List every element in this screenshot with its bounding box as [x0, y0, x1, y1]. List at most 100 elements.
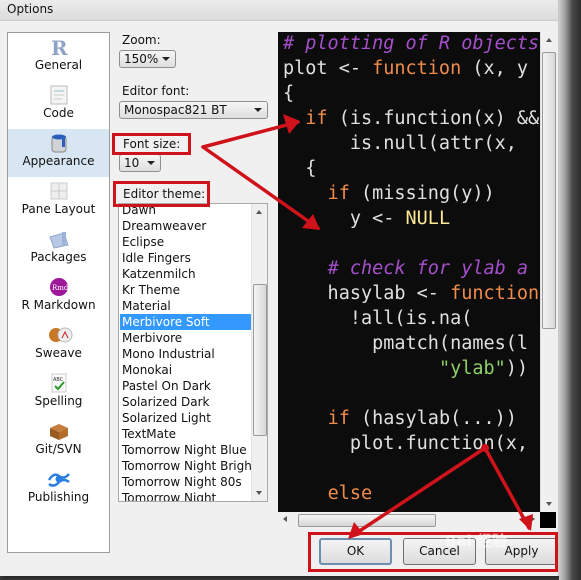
- theme-option[interactable]: Katzenmilch: [120, 266, 252, 282]
- code-token: plot.function(x,: [283, 433, 529, 454]
- code-token: else: [327, 483, 373, 504]
- scroll-thumb[interactable]: [298, 514, 436, 527]
- theme-option[interactable]: Merbivore Soft: [120, 314, 252, 330]
- code-line: !all(is.na(: [283, 308, 473, 329]
- code-token: {: [283, 158, 317, 179]
- preview-horizontal-scrollbar[interactable]: [278, 512, 540, 528]
- theme-option[interactable]: Mono Industrial: [120, 346, 252, 362]
- theme-option[interactable]: Eclipse: [120, 234, 252, 250]
- theme-option[interactable]: Merbivore: [120, 330, 252, 346]
- sidebar-item-pane-layout[interactable]: Pane Layout: [8, 177, 109, 225]
- sidebar-item-label: R Markdown: [21, 298, 96, 312]
- code-line: hasylab <- function: [283, 283, 540, 304]
- code-token: if: [327, 183, 350, 204]
- sidebar-item-appearance[interactable]: Appearance: [8, 129, 109, 177]
- theme-option[interactable]: Solarized Dark: [120, 394, 252, 410]
- sweave-pdf-icon: [48, 325, 73, 345]
- code-line: plot <- function (x, y: [283, 58, 528, 79]
- code-token: plot <-: [283, 58, 373, 79]
- options-dialog: Options R General Code Appearance Pane Layou…: [0, 0, 559, 576]
- sidebar-item-label: Appearance: [22, 154, 95, 168]
- code-token: {: [283, 83, 295, 104]
- theme-option[interactable]: Pastel On Dark: [120, 378, 252, 394]
- editor-font-value: Monospac821 BT: [124, 103, 227, 117]
- code-line: if (missing(y)): [283, 183, 495, 204]
- code-line: # check for ylab a: [283, 258, 528, 279]
- theme-preview-editor: # plotting of R objects plot <- function …: [278, 32, 540, 512]
- cancel-button[interactable]: Cancel: [403, 538, 476, 565]
- theme-option[interactable]: Tomorrow Night 80s: [120, 474, 252, 490]
- theme-option[interactable]: TextMate: [120, 426, 252, 442]
- code-line: else: [283, 483, 373, 504]
- code-line: if (is.function(x) &&: [283, 108, 539, 129]
- theme-option[interactable]: Tomorrow Night: [120, 490, 252, 501]
- sidebar-item-publishing[interactable]: Publishing: [8, 465, 109, 513]
- background-window: [559, 0, 581, 580]
- font-size-select[interactable]: 10: [119, 154, 161, 172]
- scroll-up-icon[interactable]: [256, 210, 262, 214]
- theme-option[interactable]: Tomorrow Night Blue: [120, 442, 252, 458]
- sidebar-item-r-markdown[interactable]: Rmd R Markdown: [8, 273, 109, 321]
- scroll-left-icon[interactable]: [283, 516, 287, 522]
- preview-vertical-scrollbar[interactable]: [540, 32, 557, 512]
- code-token: !all(is.na(: [283, 308, 473, 329]
- sidebar-item-code[interactable]: Code: [8, 81, 109, 129]
- code-token: function: [372, 58, 462, 79]
- r-logo-icon: R: [48, 36, 70, 60]
- zoom-label: Zoom:: [122, 33, 161, 47]
- code-token: (missing(y)): [349, 183, 495, 204]
- theme-option[interactable]: Tomorrow Night Bright: [120, 458, 257, 474]
- sidebar-item-spelling[interactable]: ABC Spelling: [8, 369, 109, 417]
- svg-text:Rmd: Rmd: [52, 284, 69, 292]
- sidebar-item-git-svn[interactable]: Git/SVN: [8, 417, 109, 465]
- code-line: "ylab")): [283, 358, 528, 379]
- editor-theme-list[interactable]: Tomorrow Night Tomorrow Night 80s Tomorrow…: [118, 203, 268, 502]
- scrollbar-corner: [540, 512, 556, 528]
- zoom-select[interactable]: 150%: [119, 50, 176, 68]
- theme-list-scrollbar[interactable]: [251, 204, 267, 501]
- chevron-down-icon: [254, 108, 262, 112]
- scroll-down-icon[interactable]: [256, 491, 262, 495]
- code-line: {: [283, 158, 316, 179]
- apply-button[interactable]: Apply: [485, 538, 558, 565]
- theme-option[interactable]: Dawn: [120, 204, 252, 218]
- git-box-icon: [48, 421, 70, 441]
- editor-font-select[interactable]: Monospac821 BT: [119, 101, 268, 119]
- editor-theme-label: Editor theme:: [123, 187, 206, 201]
- sidebar-item-general[interactable]: R General: [8, 33, 109, 81]
- chevron-down-icon: [147, 161, 155, 165]
- code-token: (x, y: [461, 58, 529, 79]
- sidebar-item-label: Code: [43, 106, 74, 120]
- code-token: "ylab": [438, 358, 506, 379]
- pane-grid-icon: [48, 181, 70, 201]
- code-token: )): [505, 358, 529, 379]
- sidebar-item-packages[interactable]: Packages: [8, 225, 109, 273]
- scroll-thumb[interactable]: [253, 284, 267, 436]
- code-line: is.null(attr(x,: [283, 133, 528, 154]
- code-line: if (hasylab(...)): [283, 408, 517, 429]
- code-token: # plotting of R objects: [283, 33, 540, 54]
- window-title: Options: [7, 2, 54, 16]
- options-sidebar: R General Code Appearance Pane Layout Package…: [7, 32, 110, 553]
- scroll-down-icon[interactable]: [546, 502, 552, 506]
- code-line: {: [283, 83, 294, 104]
- theme-option[interactable]: Kr Theme: [120, 282, 252, 298]
- theme-option[interactable]: Monokai: [120, 362, 252, 378]
- code-token: if: [305, 108, 328, 129]
- theme-option[interactable]: Idle Fingers: [120, 250, 252, 266]
- scroll-thumb[interactable]: [542, 52, 556, 329]
- ok-button[interactable]: OK: [319, 538, 392, 565]
- editor-font-label: Editor font:: [122, 84, 190, 98]
- theme-option[interactable]: Solarized Light: [120, 410, 252, 426]
- theme-option[interactable]: Material: [120, 298, 252, 314]
- scroll-right-icon[interactable]: [531, 516, 535, 522]
- font-size-label: Font size:: [123, 137, 181, 151]
- sidebar-item-sweave[interactable]: Sweave: [8, 321, 109, 369]
- title-bar: Options: [0, 0, 558, 21]
- theme-option[interactable]: Dreamweaver: [120, 218, 252, 234]
- code-line: y <- NULL: [283, 208, 450, 229]
